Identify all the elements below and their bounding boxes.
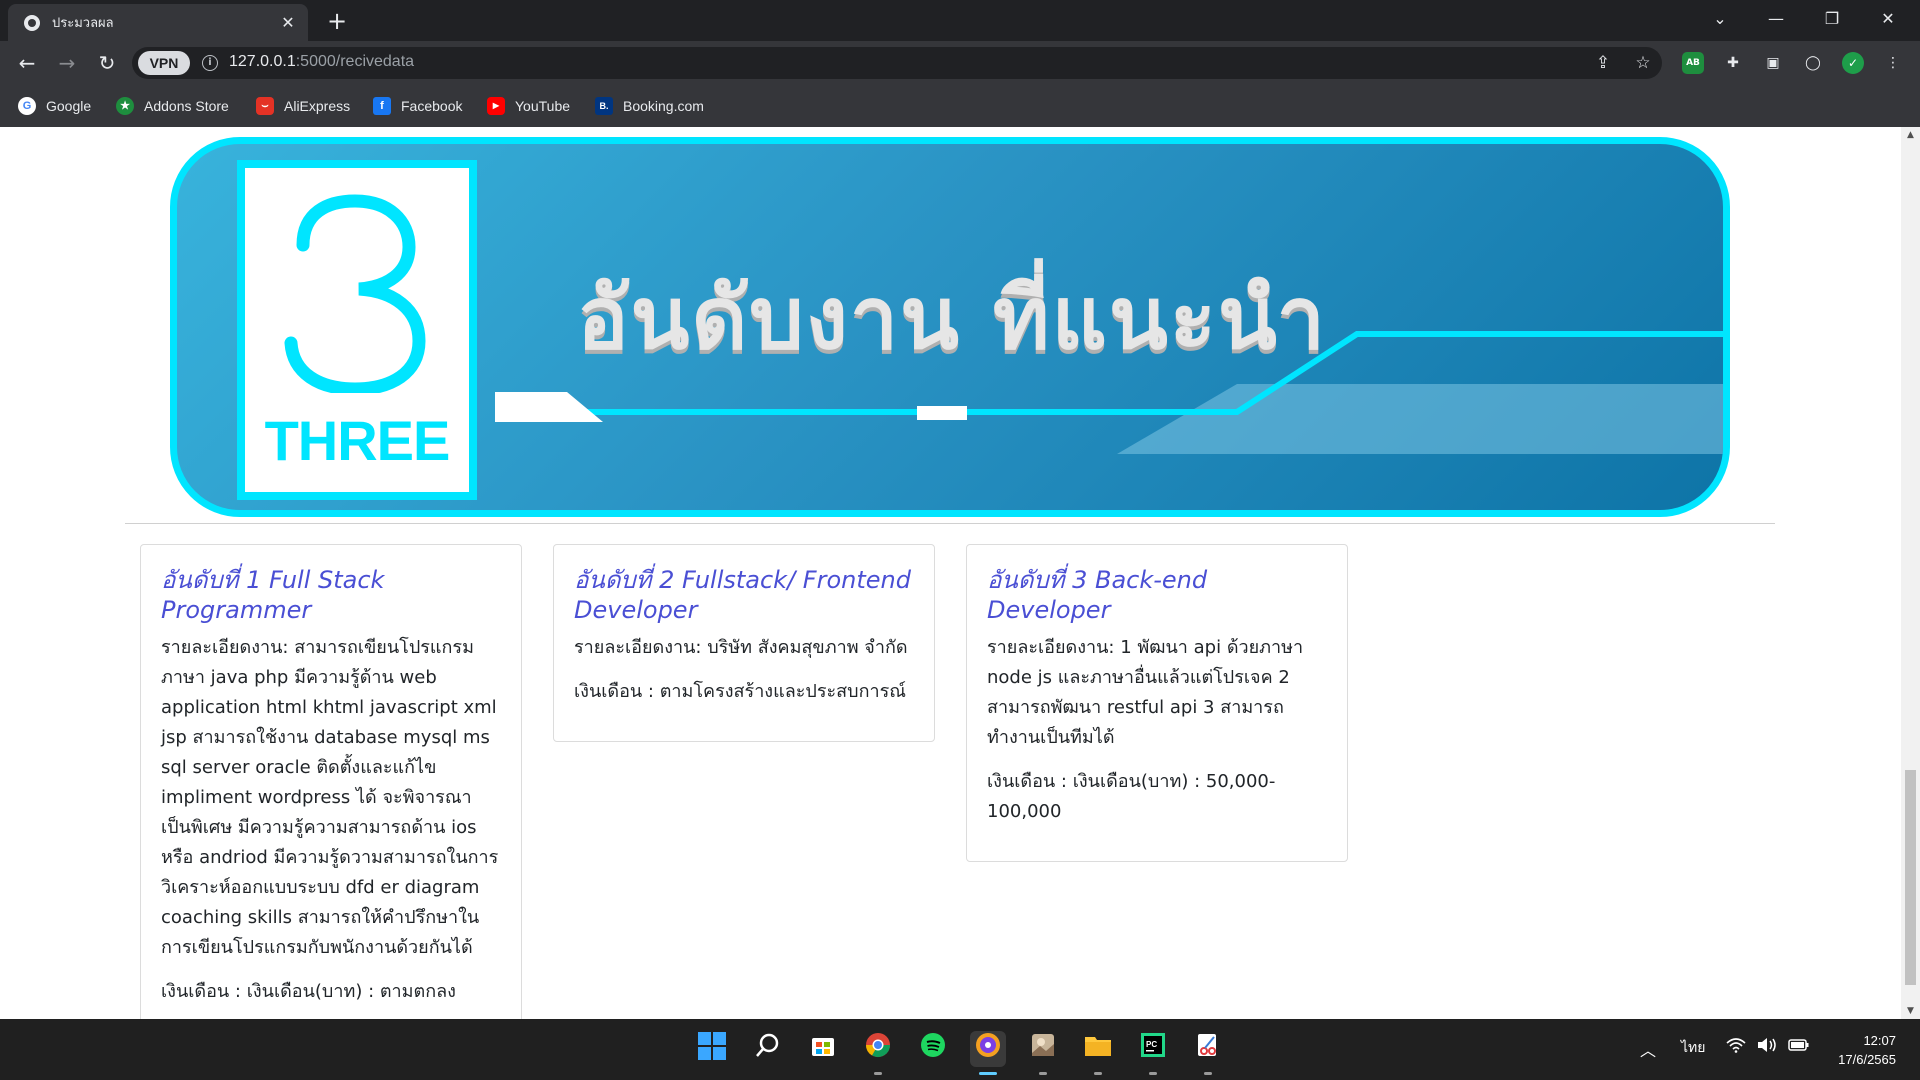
url-path: :5000/recivedata xyxy=(295,53,415,70)
number-three-box: THREE xyxy=(237,160,477,500)
job-card: อันดับที่ 2 Fullstack/ Frontend Develope… xyxy=(553,544,935,742)
active-app-indicator xyxy=(979,1072,997,1075)
bookmark-label: Addons Store xyxy=(144,98,229,114)
browser-toolbar: ← → ↻ VPN i 127.0.0.1:5000/recivedata ⇪ … xyxy=(0,41,1920,85)
job-card: อันดับที่ 1 Full Stack Programmer รายละเ… xyxy=(140,544,522,1019)
share-icon[interactable]: ⇪ xyxy=(1592,52,1614,74)
bookmarks-bar: G Google ★ Addons Store ⌣ AliExpress f F… xyxy=(0,85,1920,127)
facebook-icon: f xyxy=(373,97,391,115)
bookmark-google[interactable]: G Google xyxy=(18,95,91,117)
adblock-extension-icon[interactable]: AB xyxy=(1682,52,1704,74)
page-scrollbar[interactable]: ▲ ▼ xyxy=(1901,127,1920,1019)
bookmark-star-icon[interactable]: ☆ xyxy=(1632,52,1654,74)
bookmark-label: Booking.com xyxy=(623,98,704,114)
tab-title: ประมวลผล xyxy=(52,16,114,31)
back-arrow-icon[interactable]: ← xyxy=(12,48,42,78)
extensions-puzzle-icon[interactable]: ✚ xyxy=(1722,52,1744,74)
reload-icon[interactable]: ↻ xyxy=(92,48,122,78)
page-viewport: THREE อันดับงาน ที่แนะนำ อันดับที่ 1 Ful… xyxy=(0,127,1901,1019)
job-card: อันดับที่ 3 Back-end Developer รายละเอีย… xyxy=(966,544,1348,862)
aliexpress-icon: ⌣ xyxy=(256,97,274,115)
battery-icon[interactable] xyxy=(1788,1037,1810,1056)
addons-store-icon: ★ xyxy=(116,97,134,115)
browser-tab[interactable]: ประมวลผล ✕ xyxy=(8,4,308,41)
bookmark-addons-store[interactable]: ★ Addons Store xyxy=(116,95,229,117)
spotify-icon[interactable] xyxy=(915,1031,951,1067)
search-icon[interactable] xyxy=(750,1031,786,1067)
restore-button[interactable]: ❐ xyxy=(1804,0,1860,41)
forward-arrow-icon[interactable]: → xyxy=(52,48,82,78)
url-text[interactable]: 127.0.0.1:5000/recivedata xyxy=(229,53,414,71)
tray-overflow-chevron-icon[interactable]: ︿ xyxy=(1640,1037,1656,1061)
address-bar[interactable]: VPN i 127.0.0.1:5000/recivedata ⇪ ☆ xyxy=(132,47,1662,79)
youtube-icon: ▶ xyxy=(487,97,505,115)
url-host: 127.0.0.1 xyxy=(229,53,296,70)
windows-start-icon[interactable] xyxy=(694,1031,730,1067)
snipping-tool-icon[interactable] xyxy=(1190,1031,1226,1067)
bookmark-youtube[interactable]: ▶ YouTube xyxy=(487,95,570,117)
job-detail: รายละเอียดงาน: บริษัท สังคมสุขภาพ จำกัด xyxy=(574,637,908,658)
job-title: อันดับที่ 1 Full Stack Programmer xyxy=(161,566,385,624)
microsoft-store-icon[interactable] xyxy=(805,1031,841,1067)
minimize-button[interactable]: — xyxy=(1748,0,1804,41)
browser-app-icon[interactable] xyxy=(970,1031,1006,1067)
bookmark-label: YouTube xyxy=(515,98,571,114)
close-window-button[interactable]: ✕ xyxy=(1860,0,1916,41)
job-title: อันดับที่ 2 Fullstack/ Frontend Develope… xyxy=(574,566,911,624)
job-salary: เงินเดือน : ตามโครงสร้างและประสบการณ์ xyxy=(574,681,906,702)
running-indicator xyxy=(1039,1072,1047,1075)
job-detail: รายละเอียดงาน: 1 พัฒนา api ด้วยภาษา node… xyxy=(987,637,1304,748)
close-tab-icon[interactable]: ✕ xyxy=(278,13,298,32)
booking-icon: B. xyxy=(595,97,613,115)
profile-icon[interactable]: ◯ xyxy=(1802,52,1824,74)
clock-time: 12:07 xyxy=(1863,1033,1896,1048)
new-tab-button[interactable]: + xyxy=(322,6,352,36)
taskbar-clock[interactable]: 12:07 17/6/2565 xyxy=(1838,1031,1896,1069)
pycharm-icon[interactable]: PC xyxy=(1135,1031,1171,1067)
scroll-up-arrow-icon[interactable]: ▲ xyxy=(1901,127,1920,143)
menu-kebab-icon[interactable]: ⋮ xyxy=(1882,52,1904,74)
clock-date: 17/6/2565 xyxy=(1838,1052,1896,1067)
tab-search-chevron-icon[interactable]: ⌄ xyxy=(1692,0,1748,41)
bookmark-label: AliExpress xyxy=(284,98,351,114)
scroll-down-arrow-icon[interactable]: ▼ xyxy=(1901,1003,1920,1019)
bookmark-label: Google xyxy=(46,98,92,114)
vpn-badge[interactable]: VPN xyxy=(138,51,190,75)
svg-text:PC: PC xyxy=(1146,1040,1157,1049)
site-info-icon[interactable]: i xyxy=(202,55,218,71)
job-salary: เงินเดือน : เงินเดือน(บาท) : 50,000-100,… xyxy=(987,771,1276,822)
security-shield-icon[interactable]: ✓ xyxy=(1842,52,1864,74)
job-detail: รายละเอียดงาน: สามารถเขียนโปรแกรมภาษา ja… xyxy=(161,637,499,958)
ranking-banner: THREE อันดับงาน ที่แนะนำ xyxy=(170,137,1730,517)
job-salary: เงินเดือน : เงินเดือน(บาท) : ตามตกลง xyxy=(161,981,456,1002)
windows-taskbar: PC ︿ ไทย 12:07 17/6/2565 xyxy=(0,1019,1920,1080)
volume-icon[interactable] xyxy=(1756,1037,1778,1056)
input-language[interactable]: ไทย xyxy=(1681,1037,1705,1059)
section-divider xyxy=(125,523,1775,524)
digit-three-graphic xyxy=(284,194,426,393)
bookmark-facebook[interactable]: f Facebook xyxy=(373,95,462,117)
running-indicator xyxy=(1204,1072,1212,1075)
side-panel-icon[interactable]: ▣ xyxy=(1762,52,1784,74)
wifi-icon[interactable] xyxy=(1726,1037,1746,1056)
file-explorer-icon[interactable] xyxy=(1080,1031,1116,1067)
scrollbar-thumb[interactable] xyxy=(1905,770,1916,985)
chrome-icon[interactable] xyxy=(860,1031,896,1067)
google-icon: G xyxy=(18,97,36,115)
globe-icon xyxy=(24,14,40,31)
photos-app-icon[interactable] xyxy=(1025,1031,1061,1067)
running-indicator xyxy=(1094,1072,1102,1075)
bookmark-label: Facebook xyxy=(401,98,463,114)
job-title: อันดับที่ 3 Back-end Developer xyxy=(987,566,1208,624)
three-word-label: THREE xyxy=(264,409,451,472)
running-indicator xyxy=(874,1072,882,1075)
bookmark-aliexpress[interactable]: ⌣ AliExpress xyxy=(256,95,350,117)
bookmark-booking[interactable]: B. Booking.com xyxy=(595,95,704,117)
banner-headline: อันดับงาน ที่แนะนำ xyxy=(577,269,1328,369)
tab-strip: ประมวลผล ✕ + ⌄ — ❐ ✕ xyxy=(0,0,1920,41)
running-indicator xyxy=(1149,1072,1157,1075)
